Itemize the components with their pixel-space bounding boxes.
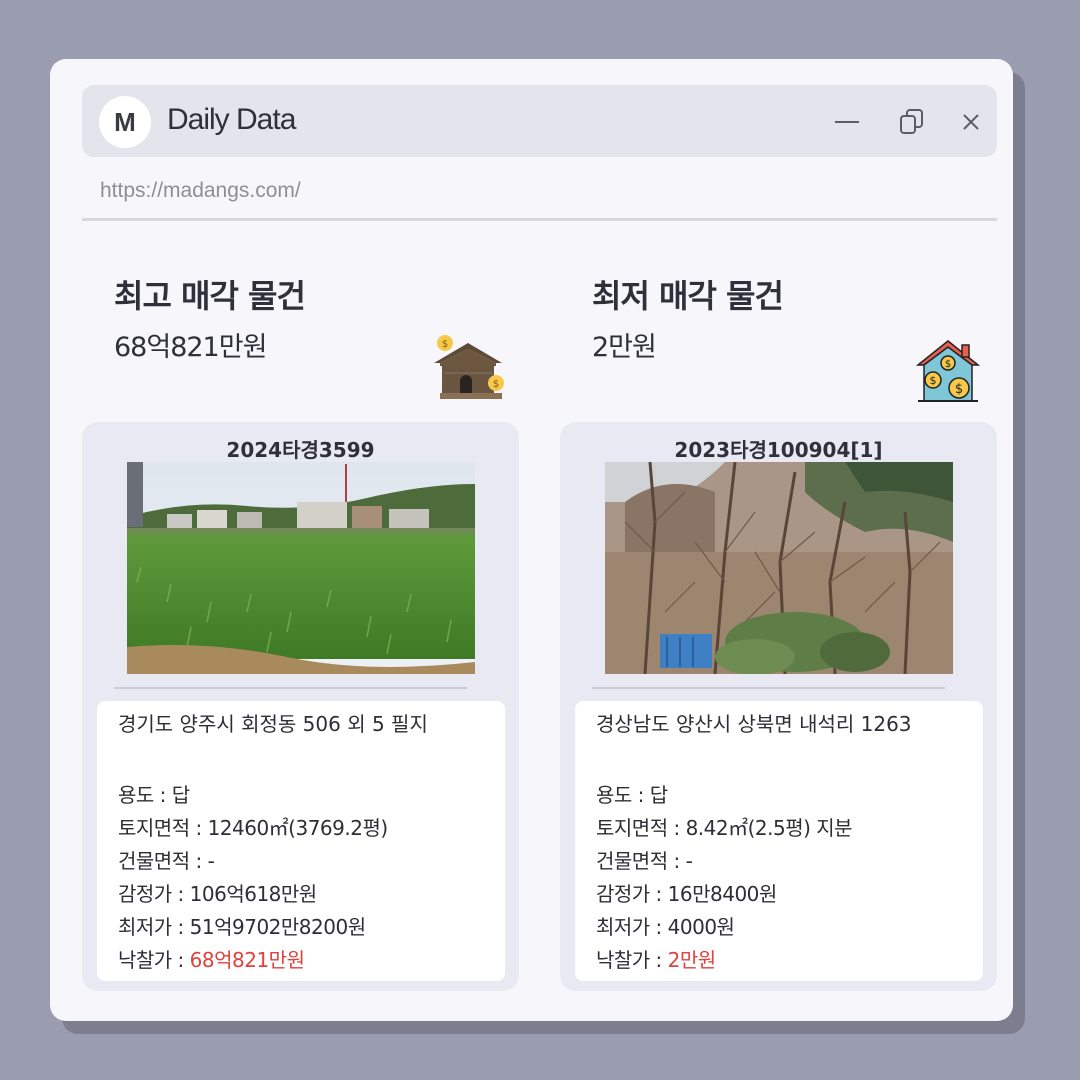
land-area-value: 8.42㎡(2.5평) 지분	[685, 816, 853, 840]
app-logo: M	[99, 96, 151, 148]
building-area-row: 건물면적 : -	[596, 845, 983, 878]
appraisal-value: 16만8400원	[667, 882, 778, 906]
svg-text:$: $	[945, 359, 951, 370]
winning-bid-label: 낙찰가 :	[596, 948, 668, 972]
minimum-price-value: 4000원	[667, 915, 735, 939]
usage-value: 답	[171, 783, 190, 807]
land-area-row: 토지면적 : 12460㎡(3769.2평)	[118, 812, 505, 845]
building-area-row: 건물면적 : -	[118, 845, 505, 878]
property-photo-forest	[605, 462, 953, 674]
lowest-heading: 최저 매각 물건	[592, 277, 784, 315]
winning-bid-value: 68억821만원	[189, 948, 305, 972]
app-title: Daily Data	[167, 103, 296, 136]
appraisal-row: 감정가 : 16만8400원	[596, 878, 983, 911]
restore-icon[interactable]	[896, 107, 926, 137]
url-bar[interactable]: https://madangs.com/	[100, 179, 301, 203]
property-details: 경상남도 양산시 상북면 내석리 1263 용도 : 답 토지면적 : 8.42…	[575, 701, 983, 981]
svg-text:$: $	[493, 379, 499, 390]
property-details: 경기도 양주시 회정동 506 외 5 필지 용도 : 답 토지면적 : 124…	[97, 701, 505, 981]
usage-row: 용도 : 답	[596, 779, 983, 812]
lowest-property-card[interactable]: 2023타경100904[1] 경상남도 양산시 상북면 내석리 1263 용도…	[560, 422, 997, 991]
house-coins-icon: $ $ $	[915, 339, 981, 409]
minimum-price-label: 최저가 :	[118, 915, 190, 939]
usage-label: 용도 :	[596, 783, 650, 807]
appraisal-label: 감정가 :	[596, 882, 668, 906]
minimum-price-row: 최저가 : 4000원	[596, 911, 983, 944]
property-photo-field	[127, 462, 475, 674]
winning-bid-value: 2만원	[667, 948, 717, 972]
svg-text:$: $	[442, 339, 448, 350]
building-area-label: 건물면적 :	[596, 849, 686, 873]
highest-heading: 최고 매각 물건	[114, 277, 306, 315]
house-money-icon: $ $	[432, 331, 504, 409]
minimum-price-label: 최저가 :	[596, 915, 668, 939]
land-area-label: 토지면적 :	[118, 816, 208, 840]
winning-bid-label: 낙찰가 :	[118, 948, 190, 972]
building-area-value: -	[685, 849, 693, 873]
winning-bid-row: 낙찰가 : 68억821만원	[118, 944, 505, 977]
property-address: 경상남도 양산시 상북면 내석리 1263	[596, 712, 912, 736]
winning-bid-row: 낙찰가 : 2만원	[596, 944, 983, 977]
building-area-value: -	[207, 849, 215, 873]
property-address: 경기도 양주시 회정동 506 외 5 필지	[118, 712, 428, 736]
highest-price: 68억821만원	[114, 332, 267, 363]
usage-row: 용도 : 답	[118, 779, 505, 812]
lowest-price: 2만원	[592, 332, 657, 363]
appraisal-value: 106억618만원	[189, 882, 318, 906]
minimum-price-value: 51억9702만8200원	[189, 915, 366, 939]
case-number: 2023타경100904[1]	[674, 438, 883, 462]
case-number: 2024타경3599	[226, 438, 375, 462]
land-area-row: 토지면적 : 8.42㎡(2.5평) 지분	[596, 812, 983, 845]
usage-label: 용도 :	[118, 783, 172, 807]
title-bar: M Daily Data	[82, 85, 997, 157]
appraisal-label: 감정가 :	[118, 882, 190, 906]
close-icon[interactable]	[956, 107, 986, 137]
svg-text:$: $	[930, 374, 937, 387]
svg-text:$: $	[955, 382, 963, 397]
card-divider	[592, 687, 945, 689]
land-area-value: 12460㎡(3769.2평)	[207, 816, 389, 840]
highest-property-card[interactable]: 2024타경3599 경기도 양주시 회정동 506 외 5 필지 용도: 답…	[82, 422, 519, 991]
minimize-icon[interactable]	[832, 107, 862, 137]
land-area-label: 토지면적 :	[596, 816, 686, 840]
minimum-price-row: 최저가 : 51억9702만8200원	[118, 911, 505, 944]
card-divider	[114, 687, 467, 689]
header-divider	[82, 218, 997, 221]
building-area-label: 건물면적 :	[118, 849, 208, 873]
app-window: M Daily Data https://madangs.com/ 최고 매각 …	[50, 59, 1013, 1021]
usage-value: 답	[649, 783, 668, 807]
appraisal-row: 감정가 : 106억618만원	[118, 878, 505, 911]
